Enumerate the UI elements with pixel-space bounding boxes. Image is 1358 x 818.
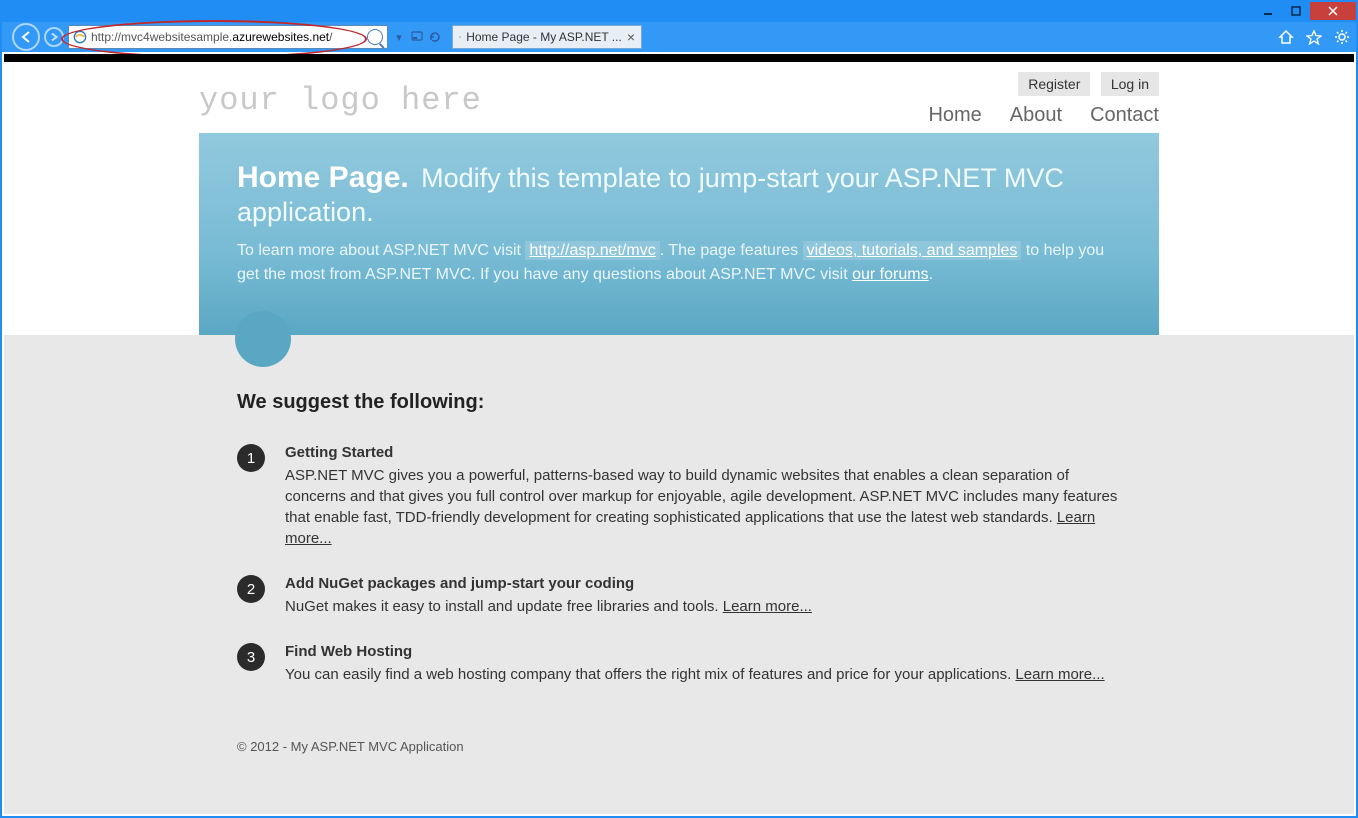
main-nav: Home About Contact <box>928 104 1159 127</box>
item-body: ASP.NET MVC gives you a powerful, patter… <box>285 467 1117 526</box>
learn-more-link[interactable]: Learn more... <box>1015 666 1104 683</box>
browser-tab[interactable]: Home Page - My ASP.NET ... × <box>452 25 642 49</box>
back-button[interactable] <box>12 23 40 51</box>
site-logo: your logo here <box>199 82 482 127</box>
step-number: 1 <box>237 444 265 472</box>
hero-link-samples[interactable]: videos, tutorials, and samples <box>803 241 1022 260</box>
hero-paragraph: To learn more about ASP.NET MVC visit ht… <box>237 239 1121 287</box>
hero-title: Home Page. <box>237 161 409 194</box>
hero-link-forums[interactable]: our forums <box>852 266 928 283</box>
ie-favicon-icon <box>73 30 87 44</box>
list-item: 3 Find Web Hosting You can easily find a… <box>237 641 1121 685</box>
ie-favicon-icon <box>459 30 461 44</box>
page-footer: © 2012 - My ASP.NET MVC Application <box>237 709 1121 754</box>
step-number: 2 <box>237 575 265 603</box>
home-icon[interactable] <box>1278 29 1294 45</box>
gear-icon[interactable] <box>1334 29 1350 45</box>
browser-nav-bar: http://mvc4websitesample.azurewebsites.n… <box>2 22 1356 52</box>
register-link[interactable]: Register <box>1018 72 1090 96</box>
window-minimize-button[interactable] <box>1254 2 1282 20</box>
item-body: NuGet makes it easy to install and updat… <box>285 598 723 615</box>
window-close-button[interactable] <box>1310 2 1356 20</box>
item-title: Find Web Hosting <box>285 641 1105 662</box>
nav-about[interactable]: About <box>1010 104 1062 127</box>
item-body: You can easily find a web hosting compan… <box>285 666 1015 683</box>
item-title: Add NuGet packages and jump-start your c… <box>285 573 812 594</box>
step-number: 3 <box>237 643 265 671</box>
suggestions-heading: We suggest the following: <box>237 391 1121 414</box>
search-icon[interactable] <box>367 29 383 45</box>
forward-button[interactable] <box>44 27 64 47</box>
url-text: http://mvc4websitesample.azurewebsites.n… <box>91 30 363 44</box>
nav-contact[interactable]: Contact <box>1090 104 1159 127</box>
compatibility-icon[interactable] <box>410 30 424 44</box>
learn-more-link[interactable]: Learn more... <box>723 598 812 615</box>
nav-home[interactable]: Home <box>928 104 981 127</box>
list-item: 2 Add NuGet packages and jump-start your… <box>237 573 1121 617</box>
address-bar[interactable]: http://mvc4websitesample.azurewebsites.n… <box>68 25 388 49</box>
item-title: Getting Started <box>285 442 1121 463</box>
refresh-icon[interactable] <box>428 30 442 44</box>
hero-notch <box>235 311 291 367</box>
tab-close-icon[interactable]: × <box>627 29 635 45</box>
favorites-icon[interactable] <box>1306 29 1322 45</box>
hero-link-aspnet[interactable]: http://asp.net/mvc <box>525 241 659 260</box>
list-item: 1 Getting Started ASP.NET MVC gives you … <box>237 442 1121 549</box>
hero-banner: Home Page. Modify this template to jump-… <box>199 133 1159 335</box>
top-strip <box>4 54 1354 62</box>
window-maximize-button[interactable] <box>1282 2 1310 20</box>
window-title-bar <box>2 2 1356 22</box>
tab-title: Home Page - My ASP.NET ... <box>466 30 622 44</box>
login-link[interactable]: Log in <box>1101 72 1159 96</box>
dropdown-icon[interactable]: ▾ <box>392 30 406 44</box>
